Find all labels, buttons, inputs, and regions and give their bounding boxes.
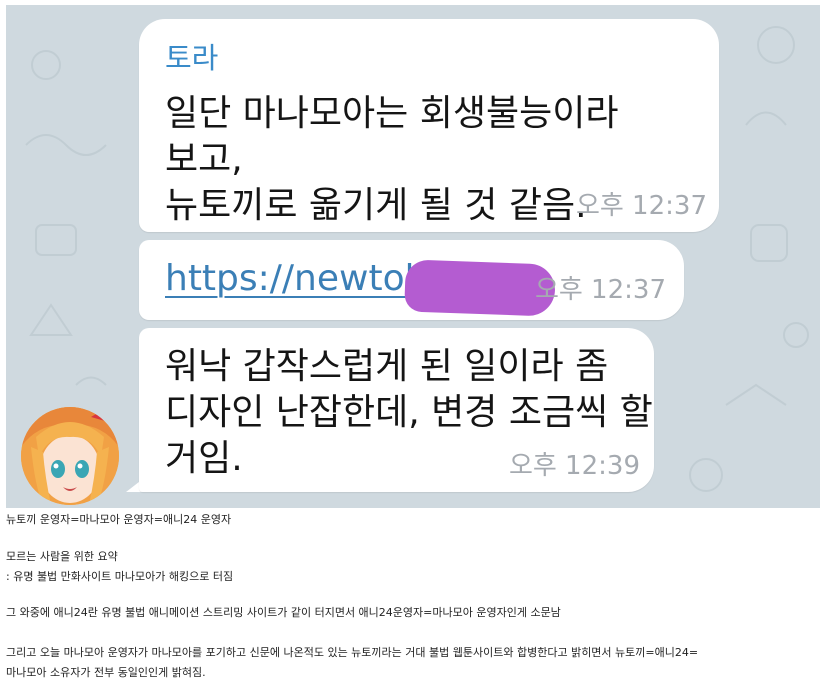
message-line: 뉴토끼로 옮기게 될 것 같음. — [165, 185, 587, 226]
message-line: 일단 마나모아는 회생불능이라 — [165, 93, 619, 134]
message-line: 디자인 난잡한데, 변경 조금씩 할 — [165, 392, 653, 433]
caption-paragraph-2: 그리고 오늘 마나모아 운영자가 마나모아를 포기하고 신문에 나온적도 있는 … — [6, 646, 699, 659]
caption-paragraph-2-cont: 마나모아 소유자가 전부 동일인인게 밝혀짐. — [6, 666, 206, 679]
message-bubble-3: 워낙 갑작스럽게 된 일이라 좀 디자인 난잡한데, 변경 조금씩 할 거임. … — [139, 328, 654, 492]
message-line: 보고, — [165, 139, 243, 180]
caption-paragraph-1: 그 와중에 애니24란 유명 불법 애니메이션 스트리밍 사이트가 같이 터지면… — [6, 606, 561, 619]
page: 토라 일단 마나모아는 회생불능이라 보고, 뉴토끼로 옮기게 될 것 같음. … — [0, 0, 837, 690]
avatar[interactable] — [21, 407, 119, 505]
redaction-scribble — [404, 259, 556, 317]
caption-title: 뉴토끼 운영자=마나모아 운영자=애니24 운영자 — [6, 513, 232, 526]
message-text: 일단 마나모아는 회생불능이라 보고, 뉴토끼로 옮기게 될 것 같음. — [165, 91, 618, 229]
message-link[interactable]: https://newtoki — [165, 258, 435, 299]
message-bubble-2: https://newtoki 오후 12:37 — [139, 240, 684, 320]
message-line: 워낙 갑작스럽게 된 일이라 좀 — [165, 346, 609, 387]
message-bubble-1: 토라 일단 마나모아는 회생불능이라 보고, 뉴토끼로 옮기게 될 것 같음. … — [139, 19, 719, 232]
caption-summary-heading: 모르는 사람을 위한 요약 — [6, 550, 118, 563]
avatar-illustration — [21, 407, 119, 505]
chat-screenshot: 토라 일단 마나모아는 회생불능이라 보고, 뉴토끼로 옮기게 될 것 같음. … — [6, 5, 820, 508]
message-timestamp: 오후 12:37 — [534, 275, 666, 305]
message-timestamp: 오후 12:39 — [508, 451, 640, 481]
message-timestamp: 오후 12:37 — [575, 191, 707, 221]
caption-summary-text: : 유명 불법 만화사이트 마나모아가 해킹으로 터짐 — [6, 570, 234, 583]
sender-name[interactable]: 토라 — [165, 35, 218, 77]
